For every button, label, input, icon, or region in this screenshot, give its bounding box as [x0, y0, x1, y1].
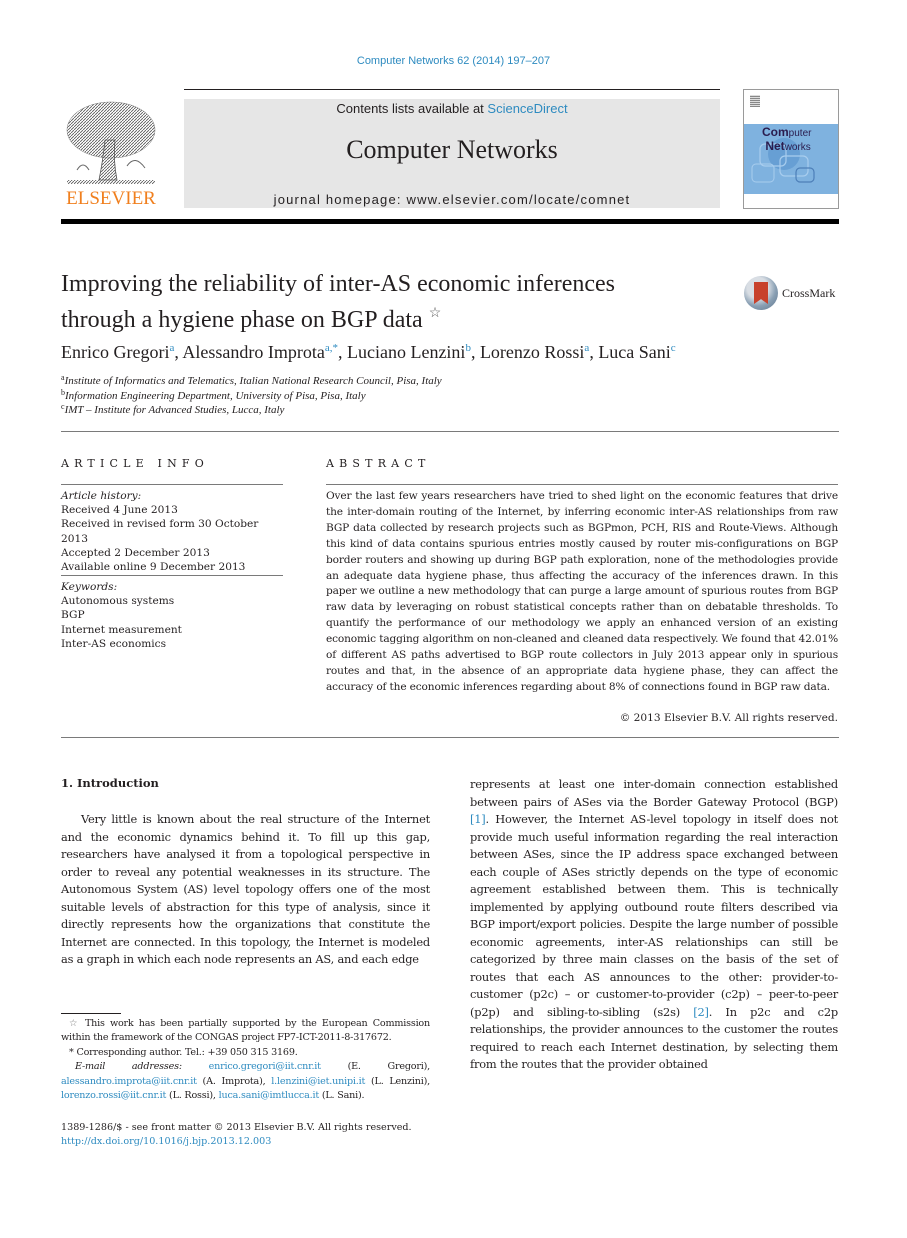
email-link[interactable]: luca.sani@imtlucca.it — [219, 1090, 320, 1101]
article-info-rule — [61, 484, 283, 485]
email-owner: (A. Improta), — [196, 1075, 272, 1087]
journal-title: Computer Networks — [346, 135, 558, 164]
intro-left-column: Very little is known about the real stru… — [61, 812, 430, 966]
email-label: E-mail addresses: — [75, 1061, 209, 1073]
intro-right-column: represents at least one inter-domain con… — [470, 776, 838, 1074]
intro-text: represents at least one inter-domain con… — [470, 777, 838, 809]
author-affil-mark[interactable]: b — [465, 342, 471, 354]
journal-cover-thumbnail[interactable]: Computer Networks — [743, 89, 839, 209]
title-footnote-star-icon[interactable]: ☆ — [429, 306, 442, 321]
article-history-label: Article history: — [61, 490, 142, 502]
cover-publisher-icon — [750, 95, 760, 107]
article-history: Article history: Received 4 June 2013 Re… — [61, 489, 283, 574]
sciencedirect-link[interactable]: ScienceDirect — [487, 101, 567, 116]
cover-title-part: Net — [765, 139, 785, 153]
abstract-heading: ABSTRACT — [326, 457, 431, 470]
funding-text: This work has been partially supported b… — [61, 1018, 430, 1044]
article-title-line2: through a hygiene phase on BGP data — [61, 307, 423, 333]
footnote-star-icon: ☆ — [69, 1018, 80, 1029]
author-list: Enrico Gregoria, Alessandro Improtaa,*, … — [61, 342, 676, 362]
author-name: Alessandro Improta — [182, 342, 325, 362]
author-affil-mark[interactable]: a — [584, 342, 589, 354]
corresponding-text: Corresponding author. Tel.: +39 050 315 … — [73, 1046, 298, 1058]
section-heading-introduction: 1. Introduction — [61, 776, 159, 790]
intro-text: . However, the Internet AS-level topolog… — [470, 812, 838, 1019]
abstract-body: Over the last few years researchers have… — [326, 490, 838, 693]
crossmark-label: CrossMark — [782, 286, 836, 300]
keywords-rule — [61, 575, 283, 576]
footnote-rule — [61, 1013, 121, 1014]
affiliation-text: IMT – Institute for Advanced Studies, Lu… — [64, 404, 285, 416]
email-owner: (L. Rossi), — [166, 1090, 219, 1102]
journal-homepage[interactable]: journal homepage: www.elsevier.com/locat… — [184, 192, 720, 207]
front-matter: 1389-1286/$ - see front matter © 2013 El… — [61, 1121, 441, 1150]
author-affil-mark[interactable]: c — [671, 342, 676, 354]
history-item: Received in revised form 30 October 2013 — [61, 518, 259, 545]
footnotes: ☆ This work has been partially supported… — [61, 1017, 430, 1103]
issn-line: 1389-1286/$ - see front matter © 2013 El… — [61, 1122, 412, 1133]
email-link[interactable]: alessandro.improta@iit.cnr.it — [61, 1076, 197, 1087]
keywords-label: Keywords: — [61, 581, 118, 593]
keyword-item: Autonomous systems — [61, 595, 175, 608]
article-title-line1: Improving the reliability of inter-AS ec… — [61, 271, 616, 297]
keyword-item: Inter-AS economics — [61, 637, 167, 650]
email-owner: (E. Gregori), — [320, 1061, 431, 1073]
contents-line: Contents lists available at ScienceDirec… — [184, 101, 720, 116]
email-footnote: E-mail addresses: enrico.gregori@iit.cnr… — [61, 1060, 430, 1103]
keyword-item: Internet measurement — [61, 623, 182, 636]
masthead-band: Contents lists available at ScienceDirec… — [184, 99, 720, 208]
author-affil-mark[interactable]: a — [169, 342, 174, 354]
keywords: Keywords: Autonomous systems BGP Interne… — [61, 580, 283, 651]
masthead-bottom-rule — [61, 219, 839, 224]
elsevier-tree-icon — [66, 101, 156, 184]
article-info-heading: ARTICLE INFO — [61, 457, 209, 470]
email-link[interactable]: enrico.gregori@iit.cnr.it — [209, 1061, 321, 1072]
author-name: Enrico Gregori — [61, 342, 170, 362]
abstract-rule — [326, 484, 838, 485]
author-name: Lorenzo Rossi — [479, 342, 585, 362]
header-divider — [61, 431, 839, 432]
keyword-item: BGP — [61, 609, 85, 622]
author-name: Luca Sani — [598, 342, 671, 362]
affiliation-text: Institute of Informatics and Telematics,… — [64, 375, 442, 387]
affiliation-text: Information Engineering Department, Univ… — [65, 390, 366, 402]
email-link[interactable]: l.lenzini@iet.unipi.it — [271, 1076, 365, 1087]
cover-title-part: works — [784, 142, 811, 153]
reference-link-2[interactable]: [2] — [693, 1005, 709, 1019]
email-link[interactable]: lorenzo.rossi@iit.cnr.it — [61, 1090, 166, 1101]
cover-title-part: Com — [762, 125, 789, 139]
author-affil-mark[interactable]: a,* — [325, 342, 338, 354]
funding-footnote: ☆ This work has been partially supported… — [61, 1017, 430, 1046]
doi-link[interactable]: http://dx.doi.org/10.1016/j.bjp.2013.12.… — [61, 1136, 271, 1147]
elsevier-wordmark: ELSEVIER — [66, 188, 156, 209]
email-owner: (L. Lenzini), — [365, 1075, 430, 1087]
cover-title-part: puter — [788, 128, 812, 139]
cover-title: Computer Networks — [762, 126, 811, 154]
reference-link-1[interactable]: [1] — [470, 812, 486, 826]
cover-art: Computer Networks — [744, 124, 838, 194]
journal-citation-link[interactable]: Computer Networks 62 (2014) 197–207 — [0, 55, 907, 67]
affiliation: aInstitute of Informatics and Telematics… — [61, 373, 442, 387]
history-item: Available online 9 December 2013 — [61, 561, 246, 574]
crossmark-button[interactable]: CrossMark — [744, 276, 844, 312]
corresponding-footnote: * Corresponding author. Tel.: +39 050 31… — [61, 1046, 430, 1060]
author-name: Luciano Lenzini — [346, 342, 466, 362]
email-owner: (L. Sani). — [318, 1090, 365, 1102]
elsevier-logo[interactable]: ELSEVIER — [61, 98, 161, 210]
affiliation: bInformation Engineering Department, Uni… — [61, 388, 366, 402]
abstract-copyright: © 2013 Elsevier B.V. All rights reserved… — [619, 712, 838, 724]
contents-prefix: Contents lists available at — [336, 101, 488, 116]
article-title: Improving the reliability of inter-AS ec… — [61, 270, 701, 335]
masthead-top-rule — [184, 89, 720, 90]
affiliation: cIMT – Institute for Advanced Studies, L… — [61, 402, 284, 416]
history-item: Received 4 June 2013 — [61, 504, 178, 517]
abstract-bottom-divider — [61, 737, 839, 738]
history-item: Accepted 2 December 2013 — [61, 546, 210, 559]
